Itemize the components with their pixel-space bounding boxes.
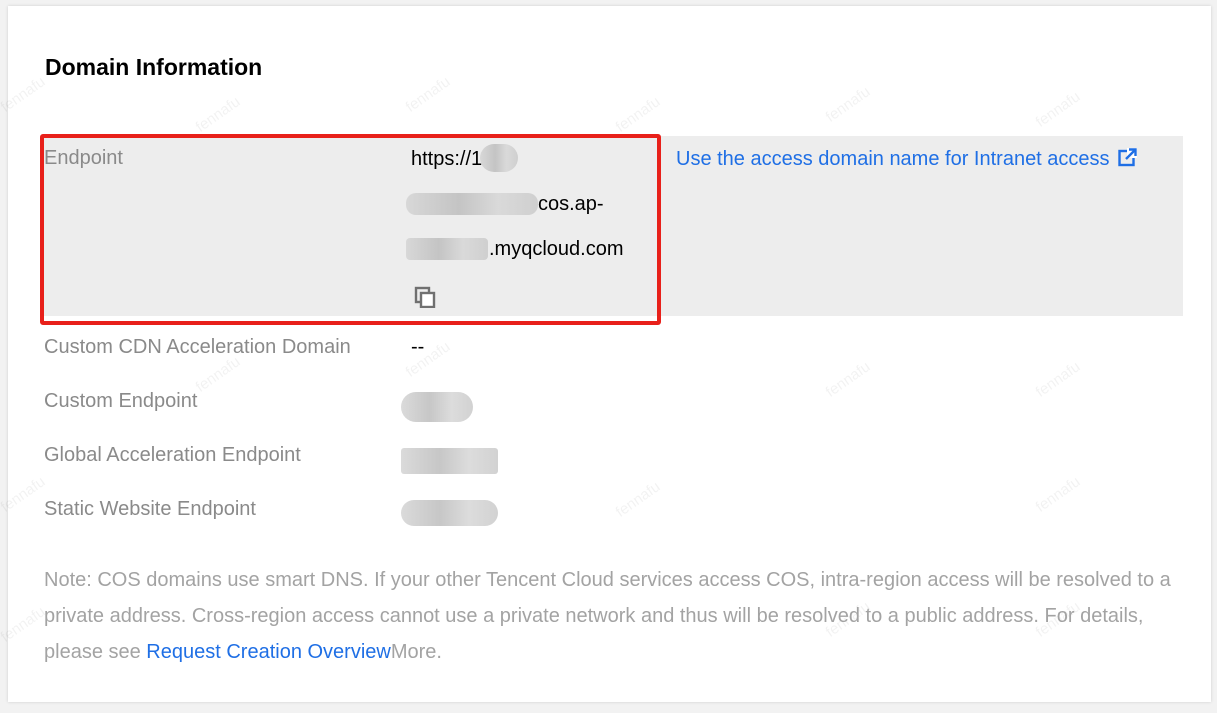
watermark: fennafu (0, 473, 49, 516)
watermark: fennafu (822, 358, 874, 401)
static-website-label: Static Website Endpoint (44, 498, 256, 520)
custom-endpoint-label: Custom Endpoint (44, 390, 198, 412)
redacted-value (401, 392, 473, 422)
watermark: fennafu (822, 83, 874, 126)
section-title: Domain Information (45, 54, 263, 80)
watermark: fennafu (612, 478, 664, 521)
watermark: fennafu (192, 353, 244, 396)
intranet-access-link-label: Use the access domain name for Intranet … (676, 148, 1110, 170)
watermark: fennafu (1032, 473, 1084, 516)
watermark: fennafu (192, 93, 244, 136)
intranet-access-link[interactable]: Use the access domain name for Intranet … (676, 148, 1137, 171)
note-text: Note: COS domains use smart DNS. If your… (44, 562, 1184, 670)
watermark: fennafu (0, 603, 49, 646)
redacted-value (401, 448, 498, 474)
global-acceleration-label: Global Acceleration Endpoint (44, 444, 301, 466)
domain-info-card: fennafu fennafu fennafu fennafu fennafu … (0, 6, 1211, 702)
watermark: fennafu (1032, 88, 1084, 131)
custom-cdn-value: -- (411, 336, 425, 358)
watermark: fennafu (612, 93, 664, 136)
redacted-value (401, 500, 498, 526)
watermark: fennafu (1032, 358, 1084, 401)
request-creation-overview-link[interactable]: Request Creation Overview (146, 641, 391, 663)
watermark: fennafu (0, 73, 49, 116)
endpoint-highlight-box (40, 134, 661, 325)
external-link-icon (1117, 148, 1137, 167)
note-text-more: More. (390, 641, 442, 663)
watermark: fennafu (402, 73, 454, 116)
custom-cdn-label: Custom CDN Acceleration Domain (44, 336, 351, 358)
